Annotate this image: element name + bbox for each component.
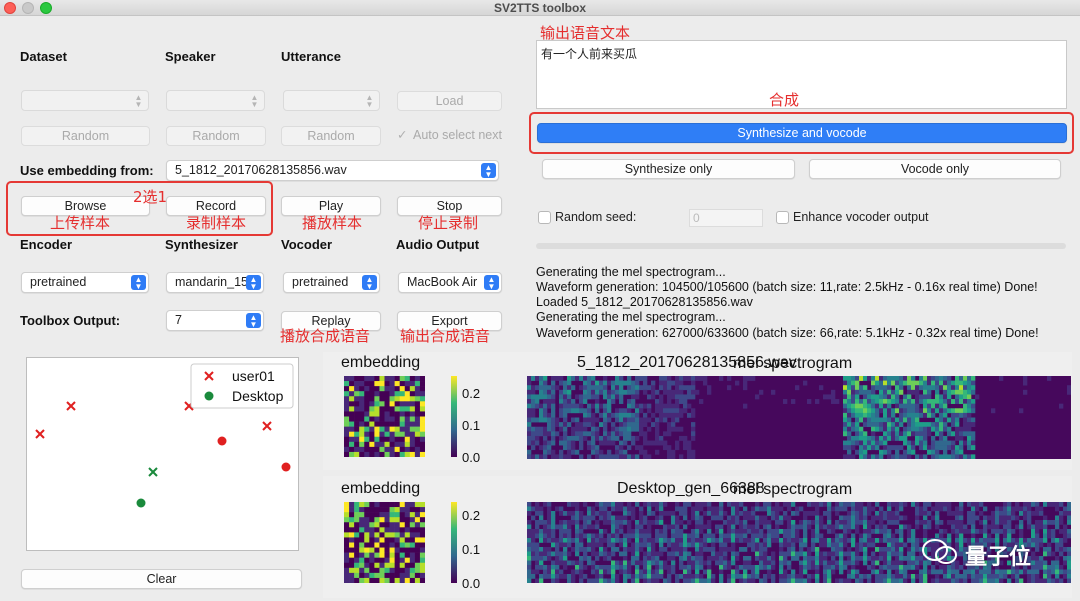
- updown-icon: ▲ ▼: [481, 163, 496, 179]
- updown-icon: ▲ ▼: [365, 93, 374, 109]
- embedding-heatmap-1: [344, 376, 425, 457]
- random-seed-label: Random seed:: [555, 210, 637, 224]
- annotation-play-sample: 播放样本: [302, 214, 363, 232]
- annotation-choose-one: 2选1: [133, 188, 168, 206]
- use-embedding-label: Use embedding from:: [20, 163, 154, 178]
- scatter-point: [136, 498, 146, 508]
- spectrogram-1: [527, 376, 1071, 459]
- text-input-area[interactable]: 有一个人前来买瓜: [536, 40, 1067, 109]
- random-speaker-button[interactable]: Random: [166, 126, 266, 146]
- scatter-point: [148, 467, 158, 477]
- colorbar-tick: 0.0: [462, 576, 481, 591]
- vocoder-label: Vocoder: [281, 237, 333, 252]
- embedding-title-1: embedding: [341, 354, 421, 371]
- umap-scatter-plot: user01 Desktop: [26, 357, 299, 551]
- updown-icon: ▲ ▼: [250, 93, 259, 109]
- encoder-label: Encoder: [20, 237, 73, 252]
- embedding-heatmap-2: [344, 502, 425, 583]
- vocoder-value: pretrained: [292, 275, 349, 289]
- encoder-select[interactable]: pretrained ▲ ▼: [21, 272, 149, 293]
- log-line: Waveform generation: 627000/633600 (batc…: [536, 326, 1039, 340]
- updown-icon: ▲ ▼: [484, 275, 499, 291]
- colorbar-2: [451, 502, 457, 583]
- annotation-synthesize: 合成: [769, 91, 800, 109]
- colorbar-1: [451, 376, 457, 457]
- updown-icon: ▲ ▼: [246, 313, 261, 329]
- clear-button[interactable]: Clear: [21, 569, 302, 589]
- speaker-label: Speaker: [165, 49, 216, 64]
- dataset-select[interactable]: ▲ ▼: [21, 90, 149, 111]
- enhance-vocoder-label: Enhance vocoder output: [793, 210, 929, 224]
- legend-label-user01: user01: [232, 368, 275, 384]
- log-line: Generating the mel spectrogram...: [536, 310, 726, 324]
- synthesize-and-vocode-button[interactable]: Synthesize and vocode: [537, 123, 1067, 143]
- synthesizer-value: mandarin_15: [175, 275, 248, 289]
- legend-marker-desktop: [204, 391, 214, 401]
- colorbar-tick: 0.2: [462, 508, 481, 523]
- check-icon[interactable]: ✓: [397, 127, 407, 142]
- scatter-point: [66, 401, 76, 411]
- log-line: Generating the mel spectrogram...: [536, 265, 726, 279]
- toolbox-output-label: Toolbox Output:: [20, 313, 121, 328]
- enhance-vocoder-checkbox[interactable]: [776, 211, 789, 224]
- auto-select-next-label: Auto select next: [413, 128, 502, 142]
- utterance-label: Utterance: [281, 49, 341, 64]
- annotation-play-synth: 播放合成语音: [280, 327, 371, 345]
- annotation-stop-record: 停止录制: [418, 214, 479, 232]
- toolbox-output-value: 7: [175, 313, 182, 327]
- scatter-point: [35, 429, 45, 439]
- updown-icon: ▲ ▼: [246, 275, 261, 291]
- spectrogram-overlay-1: mel spectrogram: [733, 355, 853, 372]
- load-button[interactable]: Load: [397, 91, 502, 111]
- speaker-select[interactable]: ▲ ▼: [166, 90, 265, 111]
- toolbox-output-select[interactable]: 7 ▲ ▼: [166, 310, 264, 331]
- annotation-export-synth: 输出合成语音: [400, 327, 491, 345]
- random-seed-checkbox[interactable]: [538, 211, 551, 224]
- audio-output-value: MacBook Air: [407, 275, 478, 289]
- random-seed-input[interactable]: 0: [689, 209, 763, 227]
- embedding-file-select[interactable]: 5_1812_20170628135856.wav ▲ ▼: [166, 160, 499, 181]
- colorbar-tick: 0.1: [462, 542, 481, 557]
- colorbar-tick: 0.2: [462, 386, 481, 401]
- log-line: Waveform generation: 104500/105600 (batc…: [536, 280, 1038, 294]
- audio-output-label: Audio Output: [396, 237, 480, 252]
- scatter-svg: user01 Desktop: [35, 363, 294, 508]
- legend-label-desktop: Desktop: [232, 388, 284, 404]
- encoder-value: pretrained: [30, 275, 87, 289]
- embedding-title-2: embedding: [341, 480, 421, 497]
- text-input-value: 有一个人前来买瓜: [541, 47, 638, 61]
- dataset-label: Dataset: [20, 49, 67, 64]
- annotation-upload-sample: 上传样本: [50, 214, 111, 232]
- spectrogram-overlay-2: mel spectrogram: [733, 481, 853, 498]
- updown-icon: ▲ ▼: [362, 275, 377, 291]
- synthesize-only-button[interactable]: Synthesize only: [542, 159, 795, 179]
- audio-output-select[interactable]: MacBook Air ▲ ▼: [398, 272, 502, 293]
- colorbar-tick: 0.1: [462, 418, 481, 433]
- colorbar-tick: 0.0: [462, 450, 481, 465]
- window-title: SV2TTS toolbox: [493, 1, 586, 15]
- updown-icon: ▲ ▼: [131, 275, 146, 291]
- vocode-only-button[interactable]: Vocode only: [809, 159, 1061, 179]
- log-line: Loaded 5_1812_20170628135856.wav: [536, 295, 753, 309]
- watermark-text: 量子位: [965, 545, 1032, 570]
- progress-bar: [536, 243, 1066, 249]
- scatter-point: [217, 436, 227, 446]
- embedding-file-value: 5_1812_20170628135856.wav: [175, 163, 347, 177]
- scatter-point: [281, 462, 291, 472]
- scatter-point: [262, 421, 272, 431]
- annotation-record-sample: 录制样本: [186, 214, 247, 232]
- synthesizer-select[interactable]: mandarin_15 ▲ ▼: [166, 272, 264, 293]
- utterance-select[interactable]: ▲ ▼: [283, 90, 380, 111]
- updown-icon: ▲ ▼: [134, 93, 143, 109]
- wechat-icon: [920, 538, 960, 566]
- synthesizer-label: Synthesizer: [165, 237, 238, 252]
- random-utterance-button[interactable]: Random: [281, 126, 381, 146]
- random-dataset-button[interactable]: Random: [21, 126, 150, 146]
- vocoder-select[interactable]: pretrained ▲ ▼: [283, 272, 380, 293]
